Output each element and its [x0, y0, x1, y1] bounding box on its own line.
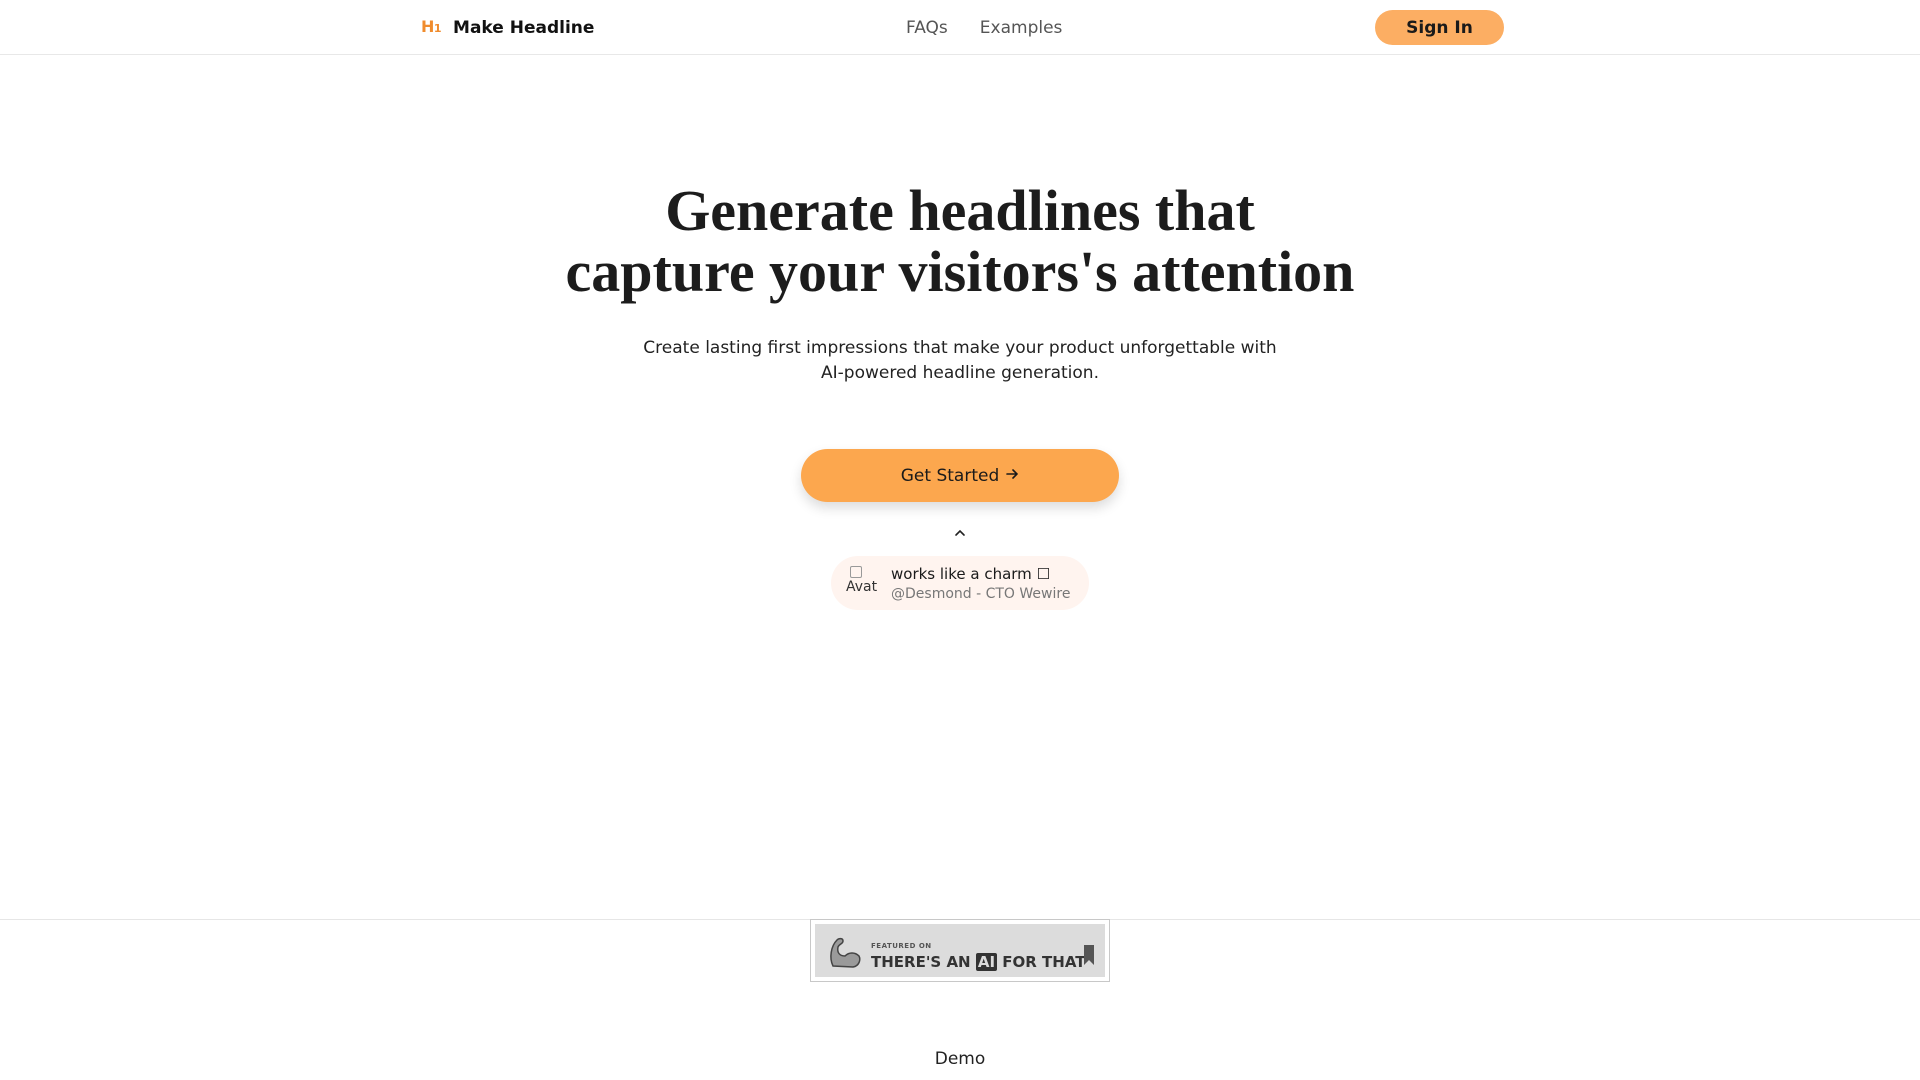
hero-title: Generate headlines that capture your vis… [0, 180, 1920, 302]
hero-title-line1: Generate headlines that [665, 178, 1255, 243]
testimonial-card: Avat works like a charm ☐ @Desmond - CTO… [831, 556, 1089, 610]
flexing-arm-icon [830, 937, 861, 968]
badge-small-text: FEATURED ON [871, 942, 932, 950]
badge-text-post: FOR THAT [997, 953, 1086, 971]
sign-in-button[interactable]: Sign In [1375, 10, 1504, 45]
h1-icon: H1 [421, 17, 442, 36]
arrow-right-icon [1005, 466, 1019, 486]
hero-subtitle: Create lasting first impressions that ma… [643, 338, 1277, 383]
testimonial-quote: works like a charm ☐ [891, 565, 1050, 583]
chevron-up-icon[interactable] [950, 526, 970, 540]
nav-link-examples[interactable]: Examples [980, 17, 1063, 39]
nav-link-faqs[interactable]: FAQs [906, 17, 948, 39]
brand-name: Make Headline [453, 18, 595, 38]
featured-badge-link[interactable]: FEATURED ON THERE'S AN AI FOR THAT [810, 919, 1110, 982]
broken-image-icon [850, 566, 862, 578]
testimonial-quote-text: works like a charm [891, 565, 1032, 583]
get-started-button[interactable]: Get Started [801, 449, 1119, 502]
avatar-alt-text: Avat [846, 579, 878, 595]
badge-big-text: THERE'S AN AI FOR THAT [871, 953, 1086, 971]
avatar: Avat [846, 566, 878, 600]
hero-title-line2: capture your visitors's attention [565, 239, 1355, 304]
bookmark-icon [1084, 945, 1094, 965]
missing-glyph-icon: ☐ [1036, 565, 1051, 583]
badge-text-pre: THERE'S AN [871, 953, 976, 971]
testimonial-author: @Desmond - CTO Wewire [891, 586, 1071, 602]
demo-label: Demo [934, 1049, 986, 1069]
navbar: H1 Make Headline FAQs Examples Sign In [0, 0, 1920, 55]
get-started-label: Get Started [900, 465, 1000, 486]
badge-text-ai: AI [975, 953, 998, 971]
nav-links: FAQs Examples [906, 17, 1062, 39]
page: H1 Make Headline FAQs Examples Sign In G… [0, 0, 1920, 1080]
featured-badge: FEATURED ON THERE'S AN AI FOR THAT [815, 924, 1105, 977]
brand-logo-link[interactable]: H1 Make Headline [421, 17, 594, 39]
